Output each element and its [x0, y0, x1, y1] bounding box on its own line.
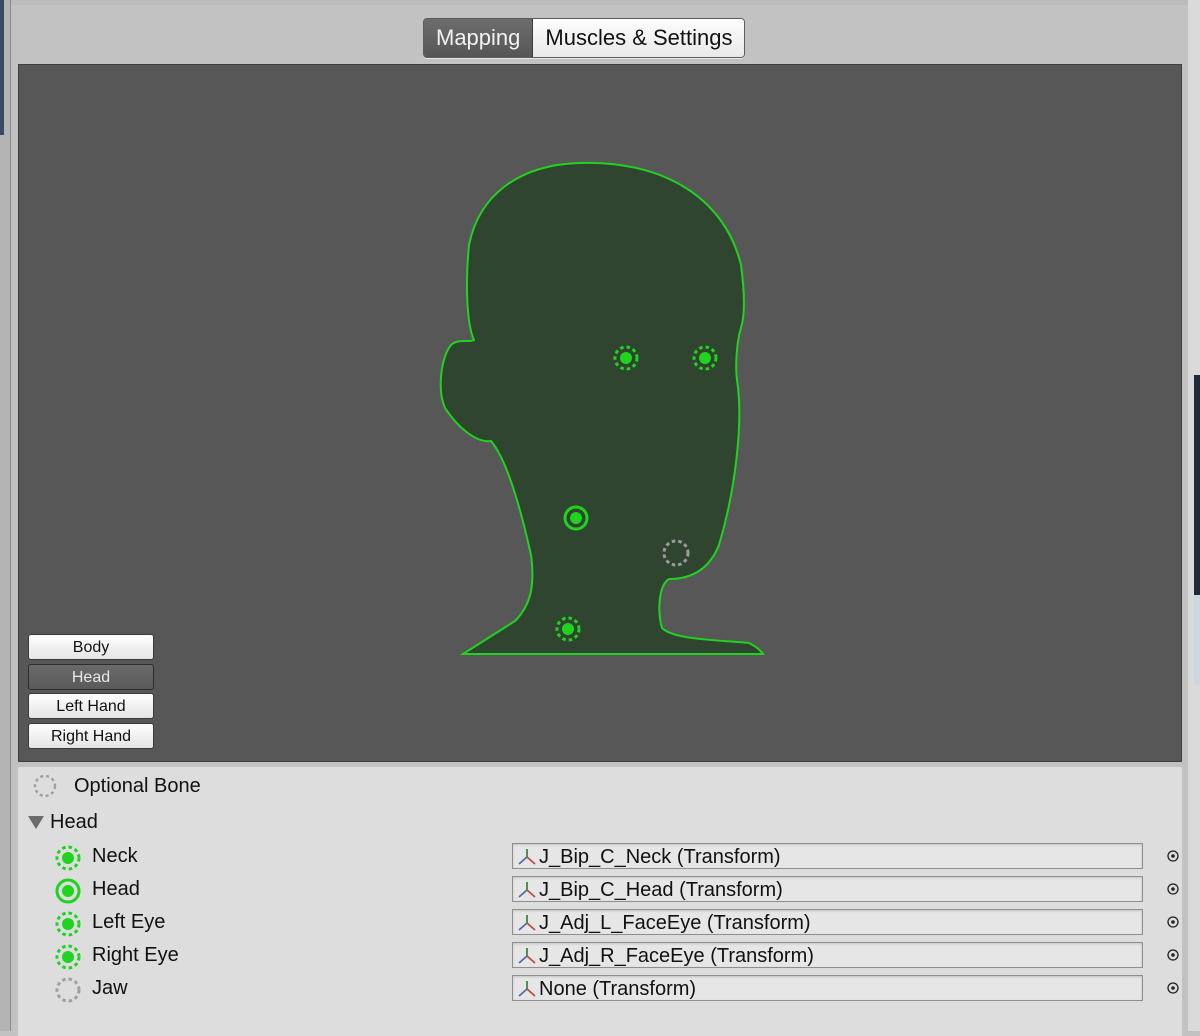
right-eye-transform-field[interactable]: J_Adj_R_FaceEye (Transform) — [512, 942, 1143, 968]
field-value: J_Bip_C_Head (Transform) — [539, 879, 783, 901]
head-section-foldout[interactable]: Head — [28, 809, 98, 835]
object-picker-icon[interactable] — [1167, 949, 1179, 961]
bone-name: Right Eye — [92, 944, 179, 966]
bone-row-left-eye: Left Eye J_Adj_L_FaceEye (Transform) — [54, 907, 1179, 937]
object-picker-icon[interactable] — [1167, 982, 1179, 994]
bone-name: Neck — [92, 845, 138, 867]
left-eye-transform-field[interactable]: J_Adj_L_FaceEye (Transform) — [512, 909, 1143, 935]
tab-bar: Mapping Muscles & Settings — [423, 18, 746, 58]
optional-unmapped-icon — [55, 977, 81, 1003]
jaw-transform-field[interactable]: None (Transform) — [512, 975, 1143, 1001]
head-view-button[interactable]: Head — [28, 663, 154, 690]
transform-icon — [518, 849, 536, 865]
required-mapped-icon — [55, 878, 81, 904]
avatar-config-panel: Mapping Muscles & Settings Body Head Lef… — [11, 0, 1188, 1036]
field-value: J_Adj_L_FaceEye (Transform) — [539, 912, 811, 934]
field-value: None (Transform) — [539, 978, 697, 1000]
tab-mapping[interactable]: Mapping — [424, 19, 534, 57]
optional-mapped-icon — [55, 845, 81, 871]
foldout-triangle-icon[interactable] — [28, 816, 44, 829]
neck-transform-field[interactable]: J_Bip_C_Neck (Transform) — [512, 843, 1143, 869]
bone-row-neck: Neck J_Bip_C_Neck (Transform) — [54, 841, 1179, 871]
transform-icon — [518, 882, 536, 898]
optional-mapped-icon — [55, 911, 81, 937]
object-picker-icon[interactable] — [1167, 916, 1179, 928]
head-silhouette — [439, 161, 765, 655]
window-notch — [0, 0, 4, 135]
optional-mapped-icon — [55, 944, 81, 970]
section-title: Head — [50, 810, 98, 833]
legend-optional-bone: Optional Bone — [32, 773, 201, 799]
right-window-edge — [1187, 0, 1200, 1031]
field-value: J_Adj_R_FaceEye (Transform) — [539, 945, 814, 967]
head-transform-field[interactable]: J_Bip_C_Head (Transform) — [512, 876, 1143, 902]
legend-label: Optional Bone — [74, 774, 201, 797]
left-window-edge — [0, 0, 11, 1031]
body-part-selector: Body Head Left Hand Right Hand — [28, 634, 156, 752]
bone-name: Head — [92, 878, 140, 900]
right-hand-view-button[interactable]: Right Hand — [28, 722, 154, 749]
object-picker-icon[interactable] — [1167, 883, 1179, 895]
avatar-viewport: Body Head Left Hand Right Hand — [18, 64, 1182, 762]
object-picker-icon[interactable] — [1167, 850, 1179, 862]
optional-bone-icon — [33, 774, 57, 798]
field-value: J_Bip_C_Neck (Transform) — [539, 846, 781, 868]
body-view-button[interactable]: Body — [28, 634, 154, 660]
background-strip — [1194, 375, 1200, 595]
left-hand-view-button[interactable]: Left Hand — [28, 693, 154, 719]
bone-name: Left Eye — [92, 911, 166, 933]
transform-icon — [518, 915, 536, 931]
background-strip-light — [1194, 595, 1200, 685]
bone-row-head: Head J_Bip_C_Head (Transform) — [54, 874, 1179, 904]
bone-row-right-eye: Right Eye J_Adj_R_FaceEye (Transform) — [54, 940, 1179, 970]
transform-icon — [518, 948, 536, 964]
bone-name: Jaw — [92, 977, 128, 999]
bone-row-jaw: Jaw None (Transform) — [54, 973, 1179, 1003]
head-diagram — [439, 161, 765, 655]
transform-icon — [518, 981, 536, 997]
bone-mapping-list: Optional Bone Head Neck J_Bip_C_Neck (Tr… — [18, 767, 1182, 1036]
tab-muscles-settings[interactable]: Muscles & Settings — [533, 19, 745, 57]
